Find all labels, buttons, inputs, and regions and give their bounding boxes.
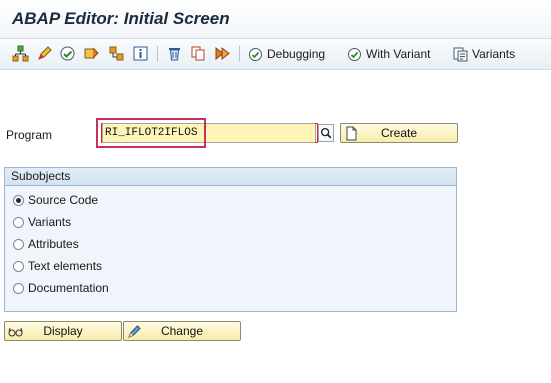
page-title: ABAP Editor: Initial Screen xyxy=(12,9,230,28)
radio-documentation[interactable]: Documentation xyxy=(13,280,109,296)
create-label: Create xyxy=(380,126,418,140)
execute-with-variant-icon xyxy=(348,47,361,61)
radio-label: Attributes xyxy=(28,237,79,251)
radio-label: Text elements xyxy=(28,259,103,273)
with-variant-label: With Variant xyxy=(366,47,431,61)
copy-icon[interactable] xyxy=(190,45,207,62)
display-button[interactable]: Display xyxy=(4,321,122,341)
radio-source-code[interactable]: Source Code xyxy=(13,192,98,208)
change-button[interactable]: Change xyxy=(123,321,241,341)
debugging-icon xyxy=(249,47,262,61)
delete-icon[interactable] xyxy=(166,45,183,62)
toolbar-separator xyxy=(157,46,158,62)
toolbar-separator xyxy=(239,46,240,62)
edit-pen-icon[interactable] xyxy=(36,45,53,62)
display-label: Display xyxy=(43,324,83,338)
program-label: Program xyxy=(6,128,53,142)
create-button[interactable]: Create xyxy=(340,123,458,143)
radio-attributes[interactable]: Attributes xyxy=(13,236,79,252)
radio-button[interactable] xyxy=(13,238,24,250)
radio-button[interactable] xyxy=(13,260,24,272)
hierarchy-icon[interactable] xyxy=(12,45,29,62)
application-toolbar: Debugging With Variant Variants xyxy=(0,39,551,70)
debugging-label: Debugging xyxy=(267,47,326,61)
change-label: Change xyxy=(160,324,204,338)
execute-icon[interactable] xyxy=(214,45,231,62)
create-document-icon xyxy=(344,126,359,141)
variants-button[interactable]: Variants xyxy=(453,45,515,63)
radio-button[interactable] xyxy=(13,282,24,294)
magnifier-icon xyxy=(320,127,332,139)
radio-text-elements[interactable]: Text elements xyxy=(13,258,102,274)
with-variant-button[interactable]: With Variant xyxy=(347,45,430,63)
activate-icon[interactable] xyxy=(83,45,100,62)
check-syntax-icon[interactable] xyxy=(59,45,76,62)
subobjects-group: Subobjects Source Code Variants Attribut… xyxy=(4,167,457,312)
variants-label: Variants xyxy=(472,47,516,61)
radio-button[interactable] xyxy=(13,194,24,206)
info-icon[interactable] xyxy=(132,45,149,62)
radio-variants[interactable]: Variants xyxy=(13,214,71,230)
where-used-icon[interactable] xyxy=(108,45,125,62)
display-glasses-icon xyxy=(8,324,23,339)
change-pencil-icon xyxy=(127,324,142,339)
variants-icon xyxy=(453,47,468,61)
radio-button[interactable] xyxy=(13,216,24,228)
program-highlight-box xyxy=(96,118,206,148)
search-help-button[interactable] xyxy=(318,124,334,142)
radio-label: Source Code xyxy=(28,193,99,207)
subobjects-title: Subobjects xyxy=(5,168,456,186)
main-content: Program RI_IFLOT2IFLOS Create Subobjects… xyxy=(0,70,551,383)
debugging-button[interactable]: Debugging xyxy=(248,45,325,63)
radio-label: Variants xyxy=(28,215,72,229)
radio-label: Documentation xyxy=(28,281,109,295)
title-bar: ABAP Editor: Initial Screen xyxy=(0,0,551,39)
